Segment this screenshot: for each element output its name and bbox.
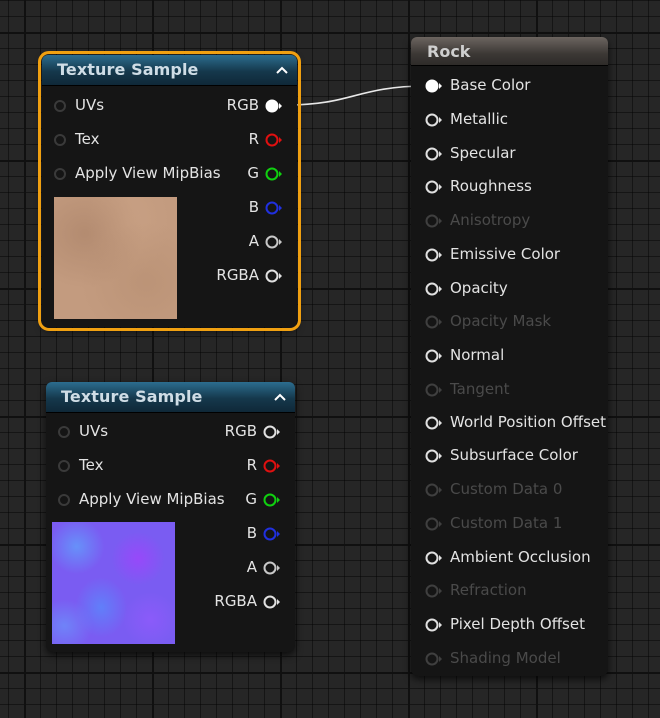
output-pin-label: R [246, 456, 257, 474]
output-pin-label: RGB [224, 422, 257, 440]
pin-label: Base Color [450, 76, 531, 94]
input-pin-label: UVs [79, 422, 109, 440]
output-pin-icon[interactable] [265, 99, 284, 113]
input-pin-icon[interactable] [425, 113, 444, 127]
pin-label: Metallic [450, 110, 508, 128]
pin-label: Tangent [450, 380, 510, 398]
node-header[interactable]: Texture Sample [46, 382, 295, 413]
output-pin-icon[interactable] [263, 561, 282, 575]
input-pin-icon[interactable] [54, 100, 66, 112]
input-pin-icon [425, 584, 442, 598]
input-pin-icon [425, 315, 442, 329]
input-pin-label: Apply View MipBias [79, 490, 225, 508]
input-pin-label: Tex [75, 130, 100, 148]
output-pin-label: B [248, 198, 259, 216]
output-pin-icon[interactable] [265, 133, 284, 147]
input-pin-icon[interactable] [425, 449, 444, 463]
output-pin-label: B [246, 524, 257, 542]
input-pin-label: Apply View MipBias [75, 164, 221, 182]
pin-label: Specular [450, 144, 516, 162]
pin-label: Emissive Color [450, 245, 561, 263]
output-pin-icon[interactable] [265, 235, 284, 249]
collapse-chevron-icon[interactable] [274, 392, 286, 402]
input-pin-label: UVs [75, 96, 105, 114]
input-pin-icon[interactable] [425, 180, 444, 194]
input-pin-icon[interactable] [54, 168, 66, 180]
node-title: Texture Sample [61, 387, 203, 406]
output-pin-icon[interactable] [263, 493, 282, 507]
input-pin-icon [425, 652, 442, 666]
input-pin-icon[interactable] [425, 248, 444, 262]
output-pin-label: A [248, 232, 259, 250]
pin-label: Shading Model [450, 649, 561, 667]
texture-sample-node-1[interactable]: Texture Sample UVs Tex Apply View MipBia… [38, 51, 301, 331]
input-pin-icon[interactable] [58, 494, 70, 506]
input-pin-icon[interactable] [425, 618, 444, 632]
input-pin-icon[interactable] [58, 426, 70, 438]
output-pin-label: G [245, 490, 257, 508]
output-pin-icon[interactable] [265, 201, 284, 215]
collapse-chevron-icon[interactable] [276, 65, 288, 75]
input-pin-icon [425, 483, 442, 497]
pin-label: Opacity Mask [450, 312, 552, 330]
input-pin-label: Tex [79, 456, 104, 474]
output-pin-icon[interactable] [265, 269, 284, 283]
texture-preview-image [52, 522, 175, 644]
texture-sample-node-2[interactable]: Texture Sample UVs Tex Apply View MipBia… [46, 382, 295, 652]
input-pin-icon [425, 214, 442, 228]
input-pin-icon[interactable] [425, 147, 444, 161]
output-pin-icon[interactable] [263, 595, 282, 609]
pin-label: Roughness [450, 177, 532, 195]
material-title: Rock [427, 42, 471, 61]
output-pin-label: G [247, 164, 259, 182]
material-node-header[interactable]: Rock [411, 37, 608, 66]
pin-label: Anisotropy [450, 211, 531, 229]
pin-label: Subsurface Color [450, 446, 578, 464]
output-pin-label: A [246, 558, 257, 576]
output-pin-icon[interactable] [263, 425, 282, 439]
node-header[interactable]: Texture Sample [42, 55, 297, 86]
pin-label: Custom Data 1 [450, 514, 563, 532]
node-title: Texture Sample [57, 60, 199, 79]
input-pin-icon [425, 383, 442, 397]
input-pin-icon[interactable] [54, 134, 66, 146]
output-pin-icon[interactable] [263, 459, 282, 473]
pin-label: Ambient Occlusion [450, 548, 591, 566]
input-pin-icon[interactable] [425, 349, 444, 363]
input-pin-icon[interactable] [425, 551, 444, 565]
output-pin-icon[interactable] [265, 167, 284, 181]
output-pin-label: RGBA [216, 266, 259, 284]
input-pin-icon[interactable] [425, 282, 444, 296]
input-pin-icon [425, 517, 442, 531]
pin-label: Pixel Depth Offset [450, 615, 585, 633]
output-pin-label: R [248, 130, 259, 148]
output-pin-label: RGB [226, 96, 259, 114]
pin-label: Normal [450, 346, 505, 364]
input-pin-icon[interactable] [425, 79, 444, 93]
output-pin-icon[interactable] [263, 527, 282, 541]
pin-label: Opacity [450, 279, 508, 297]
input-pin-icon[interactable] [58, 460, 70, 472]
texture-preview-image [54, 197, 177, 319]
pin-label: World Position Offset [450, 413, 606, 431]
output-pin-label: RGBA [214, 592, 257, 610]
input-pin-icon[interactable] [425, 416, 444, 430]
material-node[interactable]: Rock Base Color Metallic Specular Roughn… [411, 37, 608, 676]
pin-label: Refraction [450, 581, 527, 599]
pin-label: Custom Data 0 [450, 480, 563, 498]
